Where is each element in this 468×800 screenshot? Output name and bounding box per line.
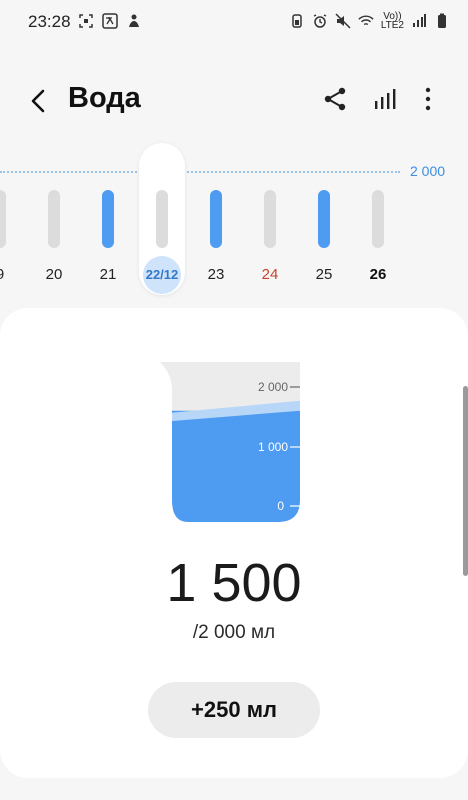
scale-label-top: 2 000 xyxy=(258,380,288,394)
day-label-6[interactable]: 25 xyxy=(304,266,344,283)
day-label-0[interactable]: 9 xyxy=(0,266,20,283)
status-notification-icons xyxy=(78,13,142,29)
lte-label: LTE2 xyxy=(380,20,404,31)
stats-icon[interactable] xyxy=(372,86,398,112)
status-time: 23:28 xyxy=(28,12,71,31)
day-bar-fill-6 xyxy=(318,190,330,248)
day-label-5[interactable]: 24 xyxy=(250,266,290,283)
day-bar-fill-4 xyxy=(210,190,222,248)
week-intake-strip: 2 000 9 20 21 22/12 23 24 25 26 xyxy=(0,140,468,300)
day-bar-4[interactable] xyxy=(210,190,222,248)
day-bar-2[interactable] xyxy=(102,190,114,248)
intake-goal: /2 000 мл xyxy=(192,622,276,643)
day-label-4[interactable]: 23 xyxy=(196,266,236,283)
day-label-2[interactable]: 21 xyxy=(88,266,128,283)
signal-icon xyxy=(413,14,426,27)
day-bar-fill-2 xyxy=(102,190,114,248)
app-bar: Вода xyxy=(0,72,468,128)
day-bar-7[interactable] xyxy=(372,190,384,248)
more-options-icon[interactable] xyxy=(418,86,438,112)
battery-saver-icon xyxy=(292,14,302,28)
goal-line xyxy=(0,171,400,173)
status-system-icons: Vo)) LTE2 xyxy=(289,12,450,31)
alarm-icon xyxy=(313,14,327,28)
intake-amount: 1 500 xyxy=(166,553,302,613)
page-title: Вода xyxy=(68,82,141,114)
translate-icon xyxy=(102,13,118,29)
day-bar-0[interactable] xyxy=(0,190,6,248)
goal-label: 2 000 xyxy=(410,163,446,179)
back-arrow-icon[interactable] xyxy=(24,86,54,116)
battery-icon xyxy=(438,13,446,28)
day-label-1[interactable]: 20 xyxy=(34,266,74,283)
day-bar-3[interactable] xyxy=(156,190,168,248)
share-icon[interactable] xyxy=(322,86,348,112)
add-250ml-button[interactable]: +250 мл xyxy=(148,682,320,738)
status-bar: 23:28 Vo)) LTE2 xyxy=(0,0,468,44)
health-app-icon xyxy=(129,14,139,27)
scale-label-mid: 1 000 xyxy=(258,440,288,454)
water-level-fill xyxy=(160,410,300,522)
scale-label-bottom: 0 xyxy=(277,499,284,513)
mute-icon xyxy=(335,13,351,29)
wifi-icon xyxy=(358,15,374,26)
selected-day-label[interactable]: 22/12 xyxy=(142,267,182,282)
day-bar-5[interactable] xyxy=(264,190,276,248)
scrollbar-thumb[interactable] xyxy=(463,386,468,576)
network-type-label: Vo)) LTE2 xyxy=(380,12,404,31)
water-beaker-icon: 2 000 1 000 0 xyxy=(160,362,300,522)
day-bar-1[interactable] xyxy=(48,190,60,248)
day-bar-6[interactable] xyxy=(318,190,330,248)
day-label-7[interactable]: 26 xyxy=(358,266,398,283)
screenshot-icon xyxy=(79,14,93,28)
